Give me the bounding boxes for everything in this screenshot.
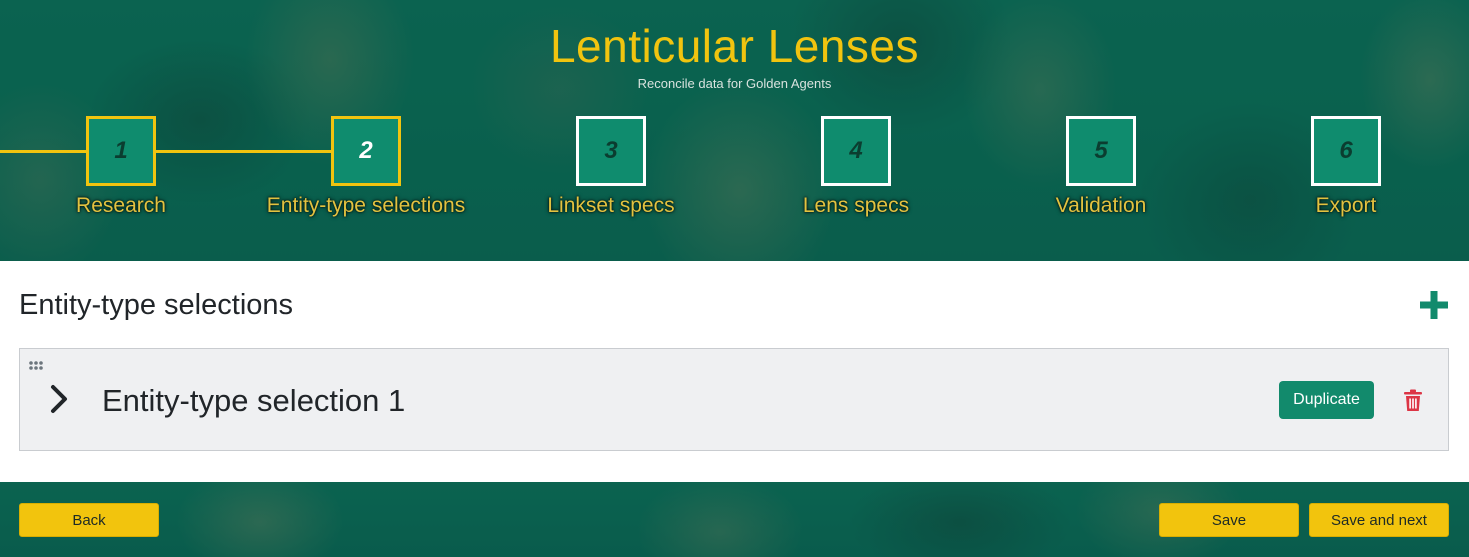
step-label[interactable]: Lens specs <box>726 194 986 218</box>
step-validation[interactable]: 5 Validation <box>971 116 1231 218</box>
step-label[interactable]: Export <box>1216 194 1469 218</box>
footer-bar: Back Save Save and next <box>0 482 1469 557</box>
step-linkset-specs[interactable]: 3 Linkset specs <box>481 116 741 218</box>
step-number-box[interactable]: 6 <box>1311 116 1381 186</box>
save-button[interactable]: Save <box>1159 503 1299 537</box>
step-number-box[interactable]: 3 <box>576 116 646 186</box>
duplicate-button[interactable]: Duplicate <box>1279 381 1374 419</box>
header-banner: Lenticular Lenses Reconcile data for Gol… <box>0 0 1469 261</box>
card-title[interactable]: Entity-type selection 1 <box>102 383 405 419</box>
app-subtitle: Reconcile data for Golden Agents <box>637 76 832 91</box>
step-label[interactable]: Entity-type selections <box>236 194 496 218</box>
step-entity-type-selections[interactable]: 2 Entity-type selections <box>236 116 496 218</box>
app-title: Lenticular Lenses <box>549 20 920 72</box>
chevron-right-icon[interactable] <box>48 383 72 415</box>
step-number-box[interactable]: 1 <box>86 116 156 186</box>
step-export[interactable]: 6 Export <box>1216 116 1469 218</box>
section-title: Entity-type selections <box>19 289 294 321</box>
save-and-next-button[interactable]: Save and next <box>1309 503 1449 537</box>
brand: Lenticular Lenses Reconcile data for Gol… <box>0 18 1469 91</box>
step-label[interactable]: Linkset specs <box>481 194 741 218</box>
step-label[interactable]: Validation <box>971 194 1231 218</box>
trash-icon[interactable] <box>1403 389 1423 412</box>
drag-handle-icon[interactable] <box>28 359 44 371</box>
step-lens-specs[interactable]: 4 Lens specs <box>726 116 986 218</box>
step-number-box[interactable]: 4 <box>821 116 891 186</box>
step-research[interactable]: 1 Research <box>0 116 251 218</box>
entity-type-selection-card: Entity-type selection 1 Duplicate <box>19 348 1449 451</box>
plus-icon[interactable] <box>1418 289 1450 321</box>
back-button[interactable]: Back <box>19 503 159 537</box>
main-content: Entity-type selections Entity-type selec… <box>0 261 1469 482</box>
progress-stepper: 1 Research 2 Entity-type selections 3 Li… <box>0 116 1469 226</box>
step-number-box[interactable]: 5 <box>1066 116 1136 186</box>
step-label[interactable]: Research <box>0 194 251 218</box>
step-number-box[interactable]: 2 <box>331 116 401 186</box>
